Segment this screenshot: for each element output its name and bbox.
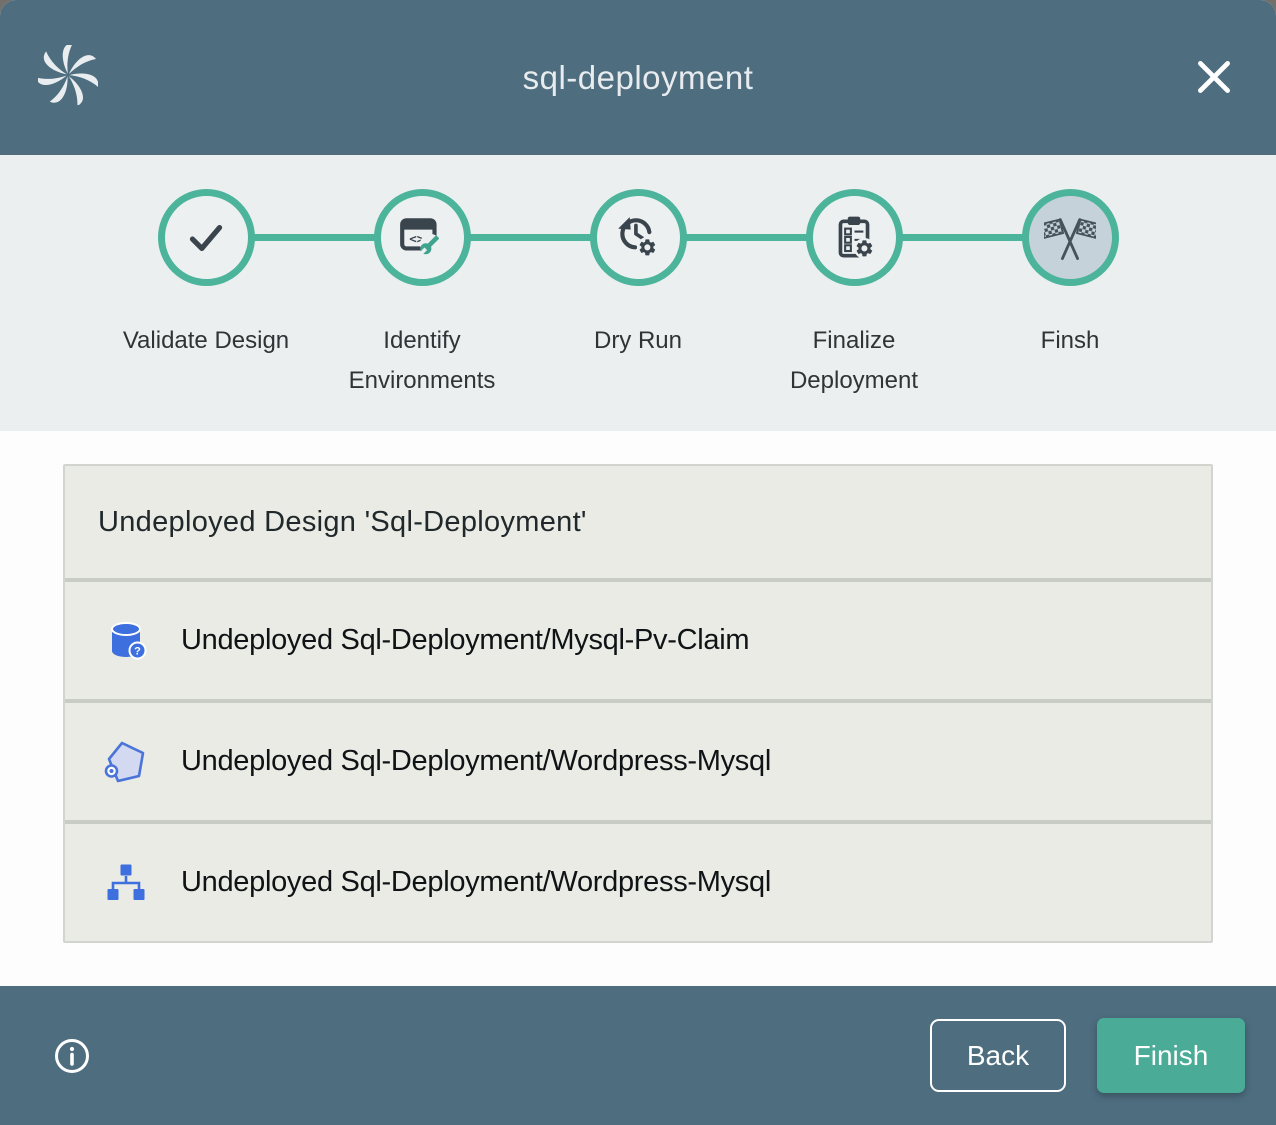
step-validate-design[interactable]: Validate Design <box>98 189 314 401</box>
close-icon <box>1191 88 1237 103</box>
database-icon: ? <box>102 617 150 665</box>
svg-text:?: ? <box>134 645 141 657</box>
list-item: Undeployed Sql-Deployment/Wordpress-Mysq… <box>65 820 1211 941</box>
step-circle[interactable] <box>806 189 903 286</box>
step-circle[interactable] <box>590 189 687 286</box>
deployment-status-panel: Undeployed Design 'Sql-Deployment' ? Und… <box>63 464 1213 943</box>
step-label: Finsh <box>1041 321 1100 361</box>
checkered-flags-icon <box>1044 212 1096 264</box>
step-finalize-deployment[interactable]: Finalize Deployment <box>746 189 962 401</box>
topology-icon <box>102 859 150 907</box>
step-circle-active[interactable] <box>1022 189 1119 286</box>
list-item: Undeployed Sql-Deployment/Wordpress-Mysq… <box>65 699 1211 820</box>
deployment-wizard-modal: sql-deployment <box>0 0 1276 1125</box>
list-item: ? Undeployed Sql-Deployment/Mysql-Pv-Cla… <box>65 578 1211 699</box>
list-item-text: Undeployed Sql-Deployment/Wordpress-Mysq… <box>181 745 771 778</box>
wizard-stepper: Validate Design <> <box>0 155 1276 431</box>
list-item-text: Undeployed Sql-Deployment/Mysql-Pv-Claim <box>181 624 749 657</box>
footer-bar: Back Finish <box>0 986 1276 1125</box>
clipboard-gear-icon <box>829 213 879 263</box>
step-label: Dry Run <box>594 321 682 361</box>
step-circle[interactable]: <> <box>374 189 471 286</box>
step-finish[interactable]: Finsh <box>962 189 1178 401</box>
checkmark-icon <box>181 213 231 263</box>
info-button[interactable] <box>52 1036 92 1076</box>
meshery-spiral-logo <box>38 45 98 110</box>
dialog-title: sql-deployment <box>523 59 754 97</box>
step-dry-run[interactable]: Dry Run <box>530 189 746 401</box>
step-identify-environments[interactable]: <> Identify Environments <box>314 189 530 401</box>
pentagon-badge-icon <box>102 738 150 786</box>
info-icon <box>52 1064 92 1079</box>
panel-header: Undeployed Design 'Sql-Deployment' <box>65 466 1211 578</box>
content-area: Undeployed Design 'Sql-Deployment' ? Und… <box>0 431 1276 986</box>
history-gear-icon <box>613 213 663 263</box>
titlebar: sql-deployment <box>0 0 1276 155</box>
step-label: Validate Design <box>123 321 289 361</box>
close-button[interactable] <box>1190 54 1238 102</box>
step-circle[interactable] <box>158 189 255 286</box>
step-label: Identify Environments <box>327 321 517 401</box>
finish-button[interactable]: Finish <box>1097 1018 1245 1093</box>
code-window-wrench-icon: <> <box>397 213 447 263</box>
step-label: Finalize Deployment <box>759 321 949 401</box>
list-item-text: Undeployed Sql-Deployment/Wordpress-Mysq… <box>181 866 771 899</box>
back-button[interactable]: Back <box>930 1019 1066 1092</box>
